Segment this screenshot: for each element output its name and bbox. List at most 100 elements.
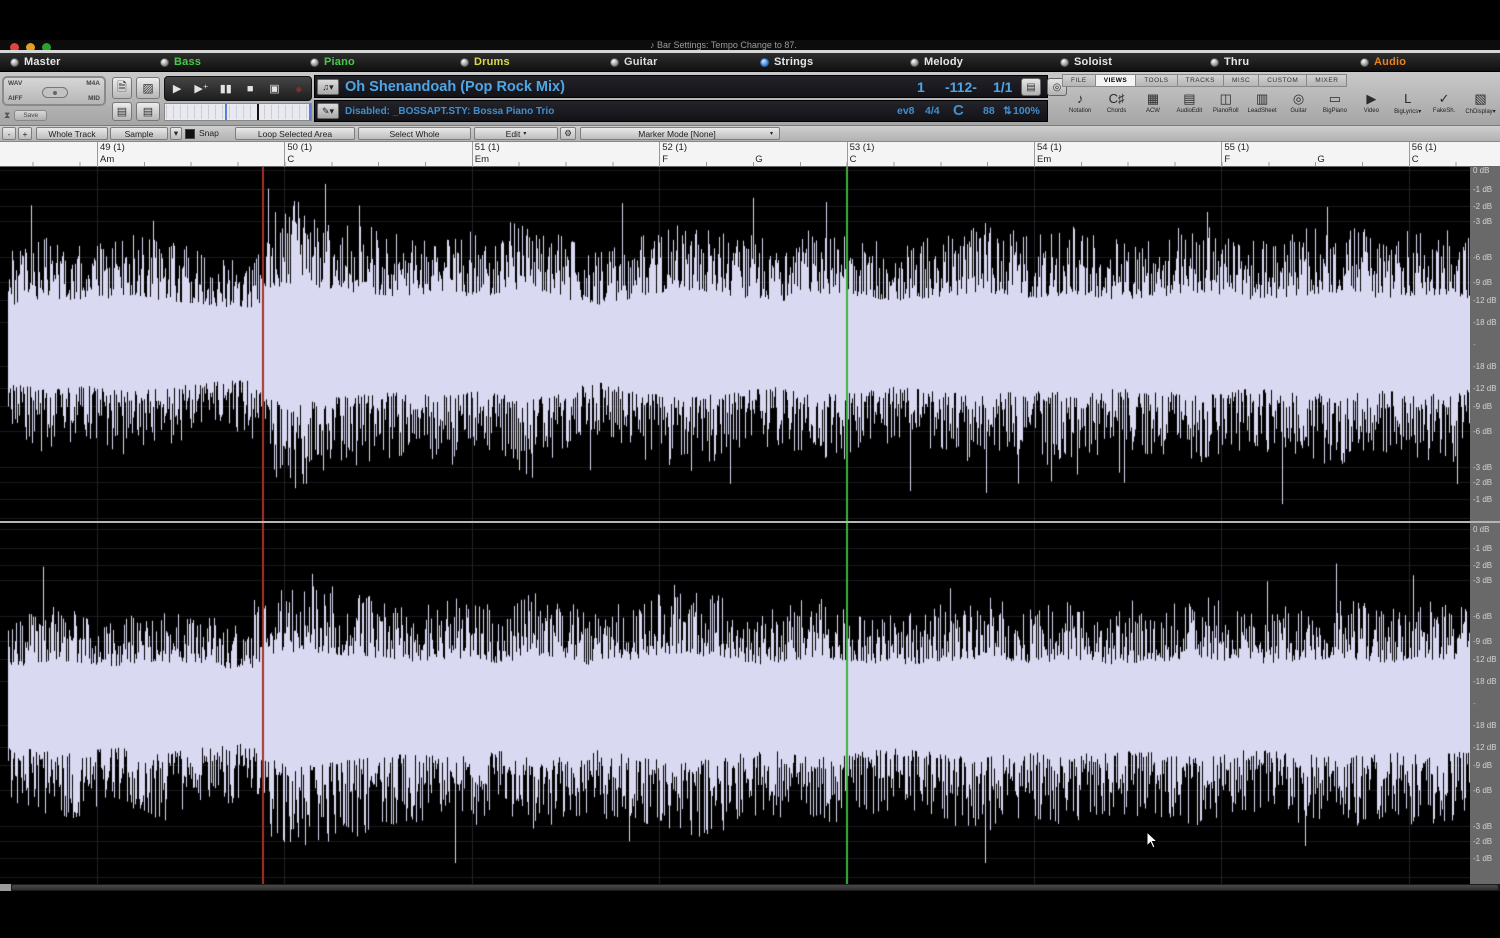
ruler-bar-49[interactable]: 49 (1)Am	[97, 142, 284, 167]
track-item-piano[interactable]: Piano	[300, 53, 450, 71]
db-label: -9 dB	[1473, 402, 1492, 411]
tab-mixer[interactable]: MIXER	[1306, 74, 1347, 87]
ribbon-button-fakesh[interactable]: ✓FakeSh.	[1426, 88, 1462, 125]
tempo-spinner-icon[interactable]: ⇅	[1003, 105, 1012, 117]
drop-save-button[interactable]: Save	[14, 110, 47, 121]
track-item-soloist[interactable]: Soloist	[1050, 53, 1200, 71]
track-item-bass[interactable]: Bass	[150, 53, 300, 71]
style-pencil-button[interactable]: ✎▾	[317, 103, 339, 119]
snap-checkbox[interactable]	[185, 129, 195, 139]
tempo-percent-value[interactable]: 100%	[1013, 105, 1040, 117]
sample-button[interactable]: Sample	[110, 127, 168, 140]
track-item-audio[interactable]: Audio	[1350, 53, 1500, 71]
play-button[interactable]: ▶	[167, 82, 187, 95]
track-item-strings[interactable]: Strings	[750, 53, 900, 71]
ribbon-label: Chords	[1107, 108, 1126, 114]
track-label: Master	[24, 56, 61, 68]
audio-drop-station[interactable]: WAV M4A AIFF MID	[2, 76, 106, 106]
ribbon-button-video[interactable]: ▶Video	[1353, 88, 1389, 125]
pause-button[interactable]: ▮▮	[216, 82, 236, 95]
ruler-bar-50[interactable]: 50 (1)C	[284, 142, 471, 167]
tempo-value[interactable]: -112-	[945, 79, 977, 95]
stop-button[interactable]: ■	[240, 83, 260, 95]
ruler-bar-55[interactable]: 55 (1)FG	[1221, 142, 1408, 167]
biglyrics-icon: L	[1404, 88, 1411, 108]
track-item-thru[interactable]: Thru	[1200, 53, 1350, 71]
track-radio-icon	[10, 58, 19, 67]
ribbon-button-guitar[interactable]: ◎Guitar	[1280, 88, 1316, 125]
current-bar-value[interactable]: 1	[917, 79, 925, 95]
song-note-button[interactable]: ♫▾	[317, 79, 339, 95]
track-radio-icon	[460, 58, 469, 67]
drop-station-options: ⧗ Save	[2, 108, 106, 122]
tab-tracks[interactable]: TRACKS	[1177, 74, 1223, 87]
zoom-in-button[interactable]: +	[18, 127, 32, 140]
ribbon-button-chords[interactable]: C♯Chords	[1098, 88, 1134, 125]
save-song-button[interactable]: ▤	[112, 102, 132, 121]
chorus-value[interactable]: 1/1	[993, 79, 1012, 95]
new-song-button[interactable]: 🗎	[112, 77, 132, 99]
track-item-guitar[interactable]: Guitar	[600, 53, 750, 71]
open-song-button[interactable]: ▨	[136, 77, 160, 99]
ruler-bar-56[interactable]: 56 (1)C	[1409, 142, 1500, 167]
feel-value[interactable]: ev8	[897, 105, 915, 117]
ribbon-button-leadsheet[interactable]: ▥LeadSheet	[1244, 88, 1280, 125]
ruler-bar-52[interactable]: 52 (1)FG	[659, 142, 846, 167]
pianoroll-icon: ◫	[1220, 88, 1232, 108]
drop-wav-label[interactable]: WAV	[8, 80, 22, 87]
tab-custom[interactable]: CUSTOM	[1258, 74, 1306, 87]
song-title[interactable]: Oh Shenandoah (Pop Rock Mix)	[345, 79, 565, 95]
time-signature-value[interactable]: 4/4	[925, 105, 940, 117]
track-label: Piano	[324, 56, 355, 68]
track-item-drums[interactable]: Drums	[450, 53, 600, 71]
song-position-bar[interactable]	[164, 103, 312, 121]
edit-button[interactable]: Edit ▾	[474, 127, 558, 140]
stereo-waveform-canvas[interactable]	[0, 167, 1470, 884]
play-from-button[interactable]: ▶⁺	[191, 82, 211, 95]
bar-ruler[interactable]: 49 (1)Am50 (1)C51 (1)Em52 (1)FG53 (1)C54…	[0, 142, 1500, 167]
sample-dropdown-arrow[interactable]: ▾	[170, 127, 182, 140]
record-button[interactable]: ●	[289, 82, 309, 96]
tab-views[interactable]: VIEWS	[1095, 74, 1135, 87]
scrollbar-left-box[interactable]	[0, 884, 11, 891]
whole-track-button[interactable]: Whole Track	[36, 127, 108, 140]
tab-file[interactable]: FILE	[1062, 74, 1095, 87]
track-item-melody[interactable]: Melody	[900, 53, 1050, 71]
ruler-bar-51[interactable]: 51 (1)Em	[472, 142, 659, 167]
ribbon-button-biglyrics[interactable]: LBigLyrics▾	[1390, 88, 1426, 125]
db-label: 0 dB	[1473, 167, 1489, 175]
save-as-button[interactable]: ▤	[136, 102, 160, 121]
drop-m4a-label[interactable]: M4A	[86, 80, 100, 87]
tab-tools[interactable]: TOOLS	[1135, 74, 1176, 87]
ribbon-button-chdisplay[interactable]: ▧ChDisplay▾	[1462, 88, 1498, 125]
horizontal-scrollbar[interactable]	[0, 884, 1500, 891]
ribbon-button-bigpiano[interactable]: ▭BigPiano	[1317, 88, 1353, 125]
db-label: -9 dB	[1473, 761, 1492, 770]
tempo-bpm-value[interactable]: 88	[983, 105, 995, 117]
ruler-bar-53[interactable]: 53 (1)C	[847, 142, 1034, 167]
drop-station-center-button[interactable]	[42, 87, 68, 98]
track-label: Drums	[474, 56, 510, 68]
bar-number: 50 (1)	[287, 142, 312, 153]
hold-button[interactable]: ▣	[264, 82, 284, 95]
style-description[interactable]: Disabled: _BOSSAPT.STY: Bossa Piano Trio	[345, 106, 554, 117]
ribbon-button-pianoroll[interactable]: ◫PianoRoll	[1208, 88, 1244, 125]
marker-mode-button[interactable]: Marker Mode [None] ▾	[580, 127, 780, 140]
zoom-out-button[interactable]: -	[2, 127, 16, 140]
key-value[interactable]: C	[953, 102, 964, 119]
scrollbar-thumb[interactable]	[12, 885, 1498, 890]
ribbon-button-audioedit[interactable]: ▤AudioEdit	[1171, 88, 1207, 125]
gear-button[interactable]: ⚙	[560, 127, 576, 140]
loop-selected-area-button[interactable]: Loop Selected Area	[235, 127, 355, 140]
copy-page-button[interactable]: ▤	[1021, 78, 1041, 96]
track-item-master[interactable]: Master	[0, 53, 150, 71]
tab-misc[interactable]: MISC	[1223, 74, 1258, 87]
drop-aiff-label[interactable]: AIFF	[8, 95, 22, 102]
ruler-bar-54[interactable]: 54 (1)Em	[1034, 142, 1221, 167]
ribbon-button-acw[interactable]: ▦ACW	[1135, 88, 1171, 125]
select-whole-button[interactable]: Select Whole	[358, 127, 471, 140]
drop-mid-label[interactable]: MID	[88, 95, 100, 102]
ribbon-label: BigLyrics▾	[1394, 108, 1421, 115]
track-label: Strings	[774, 56, 813, 68]
ribbon-button-notation[interactable]: ♪Notation	[1062, 88, 1098, 125]
